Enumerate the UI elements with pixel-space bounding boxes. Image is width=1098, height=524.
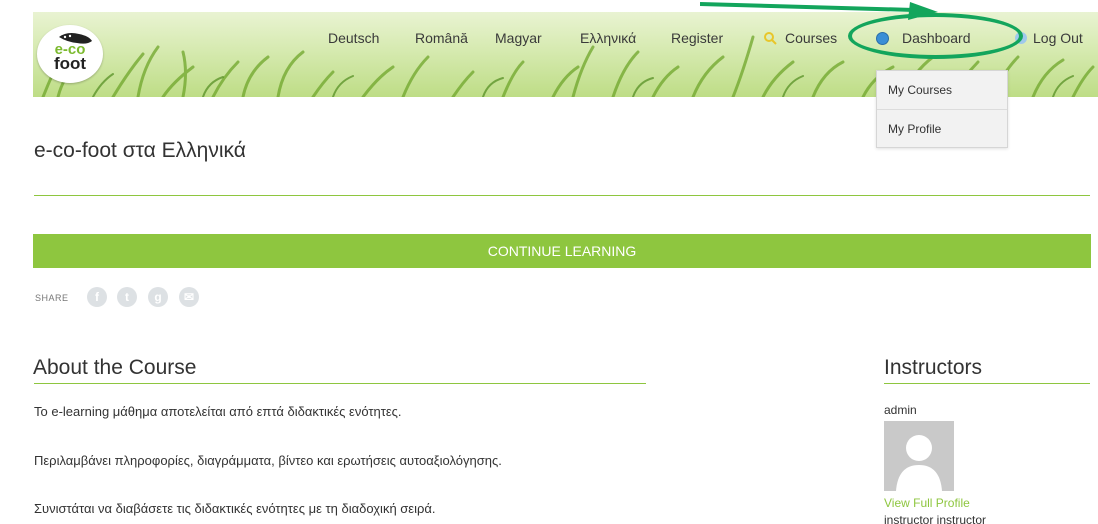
about-paragraph: Το e-learning μάθημα αποτελείται από επτ… (34, 404, 402, 419)
nav-logout[interactable]: Log Out (1033, 30, 1083, 46)
google-plus-icon[interactable]: g (148, 287, 168, 307)
nav-register[interactable]: Register (671, 30, 723, 46)
title-divider (34, 195, 1090, 196)
email-icon[interactable]: ✉ (179, 287, 199, 307)
instructors-divider (884, 383, 1090, 384)
nav-magyar[interactable]: Magyar (495, 30, 542, 46)
logo-text-foot: foot (53, 54, 87, 73)
twitter-icon[interactable]: t (117, 287, 137, 307)
annotation-oval (848, 13, 1023, 59)
about-divider (34, 383, 646, 384)
avatar[interactable] (884, 421, 954, 491)
instructor-name: instructor instructor (884, 513, 987, 524)
nav-courses[interactable]: Courses (785, 30, 837, 46)
search-icon (764, 32, 777, 45)
about-paragraph: Περιλαμβάνει πληροφορίες, διαγράμματα, β… (34, 453, 502, 468)
nav-deutsch[interactable]: Deutsch (328, 30, 379, 46)
view-full-profile-link[interactable]: View Full Profile (884, 496, 970, 510)
site-logo[interactable]: e-co foot (37, 25, 103, 83)
page-title: e-co-foot στα Ελληνικά (34, 139, 246, 162)
instructor-name: admin (884, 403, 917, 417)
avatar-placeholder-icon (896, 435, 942, 491)
nav-ellinika[interactable]: Ελληνικά (580, 30, 636, 46)
about-heading: About the Course (33, 356, 197, 379)
dropdown-item-my-courses[interactable]: My Courses (877, 71, 1007, 109)
facebook-icon[interactable]: f (87, 287, 107, 307)
share-label: SHARE (35, 293, 69, 303)
dropdown-item-my-profile[interactable]: My Profile (877, 109, 1007, 147)
dashboard-dropdown: My Courses My Profile (876, 70, 1008, 148)
nav-romana[interactable]: Română (415, 30, 468, 46)
about-paragraph: Συνιστάται να διαβάσετε τις διδακτικές ε… (34, 501, 436, 516)
continue-learning-button[interactable]: CONTINUE LEARNING (33, 234, 1091, 268)
instructors-heading: Instructors (884, 356, 983, 379)
